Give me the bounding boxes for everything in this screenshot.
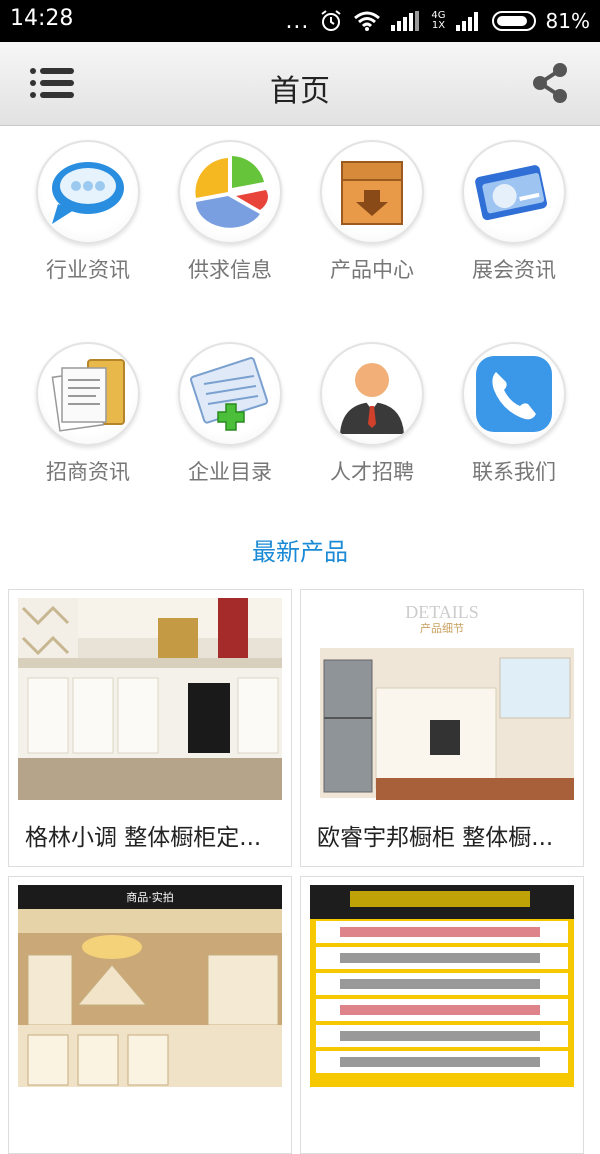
product-name: 格林小调 整体橱柜定... <box>25 825 262 851</box>
app-header: 首页 <box>0 42 600 126</box>
details-heading-text: DETAILS <box>405 602 479 622</box>
category-industry-news[interactable]: 行业资讯 <box>18 140 158 284</box>
category-label: 联系我们 <box>472 460 556 484</box>
notepad-plus-icon <box>178 342 282 446</box>
category-label: 产品中心 <box>330 258 414 282</box>
more-notifications-icon: ... <box>285 8 310 34</box>
person-icon <box>320 342 424 446</box>
category-contact-us[interactable]: 联系我们 <box>444 342 584 486</box>
documents-icon <box>36 342 140 446</box>
product-card[interactable] <box>300 876 584 1154</box>
pie-chart-icon <box>178 140 282 244</box>
battery-icon <box>491 11 536 31</box>
product-card[interactable]: 格林小调 整体橱柜定... <box>8 589 292 867</box>
latest-products-title: 最新产品 <box>252 538 348 566</box>
status-icons: ... 4G 1X 81% <box>285 6 590 36</box>
alarm-icon <box>321 10 342 31</box>
status-bar: 14:28 ... 4G 1X 81% <box>0 0 600 42</box>
card-globe-icon <box>462 140 566 244</box>
photo-banner-text: 商品·实拍 <box>126 890 174 904</box>
page-title: 首页 <box>270 74 330 109</box>
network-type: 4G 1X <box>431 11 445 31</box>
share-icon[interactable] <box>530 62 570 104</box>
product-image <box>18 598 282 800</box>
product-image: DETAILS 产品细节 <box>310 598 574 800</box>
product-image: 商品·实拍 <box>18 885 282 1087</box>
product-card[interactable]: 商品·实拍 <box>8 876 292 1154</box>
category-company-directory[interactable]: 企业目录 <box>160 342 300 486</box>
category-label: 人才招聘 <box>330 460 414 484</box>
battery-percent: 81% <box>545 9 590 33</box>
category-label: 企业目录 <box>188 460 272 484</box>
category-label: 招商资讯 <box>46 460 130 484</box>
details-sub-text: 产品细节 <box>420 621 464 635</box>
product-card[interactable]: DETAILS 产品细节 欧睿宇邦橱柜 整体橱... <box>300 589 584 867</box>
category-label: 行业资讯 <box>46 258 130 282</box>
category-label: 供求信息 <box>188 258 272 282</box>
chat-bubble-icon <box>36 140 140 244</box>
network-type-bottom: 1X <box>431 20 446 31</box>
signal-strength-icon <box>455 12 478 31</box>
category-product-center[interactable]: 产品中心 <box>302 140 442 284</box>
crate-icon <box>320 140 424 244</box>
product-image <box>310 885 574 1087</box>
signal-bars-icon <box>391 11 420 31</box>
category-exhibition-news[interactable]: 展会资讯 <box>444 140 584 284</box>
phone-icon <box>462 342 566 446</box>
category-investment-news[interactable]: 招商资讯 <box>18 342 158 486</box>
wifi-icon <box>354 11 381 31</box>
category-recruitment[interactable]: 人才招聘 <box>302 342 442 486</box>
product-name: 欧睿宇邦橱柜 整体橱... <box>317 825 554 851</box>
category-supply-demand[interactable]: 供求信息 <box>160 140 300 284</box>
category-label: 展会资讯 <box>472 258 556 282</box>
status-time: 14:28 <box>10 6 74 31</box>
